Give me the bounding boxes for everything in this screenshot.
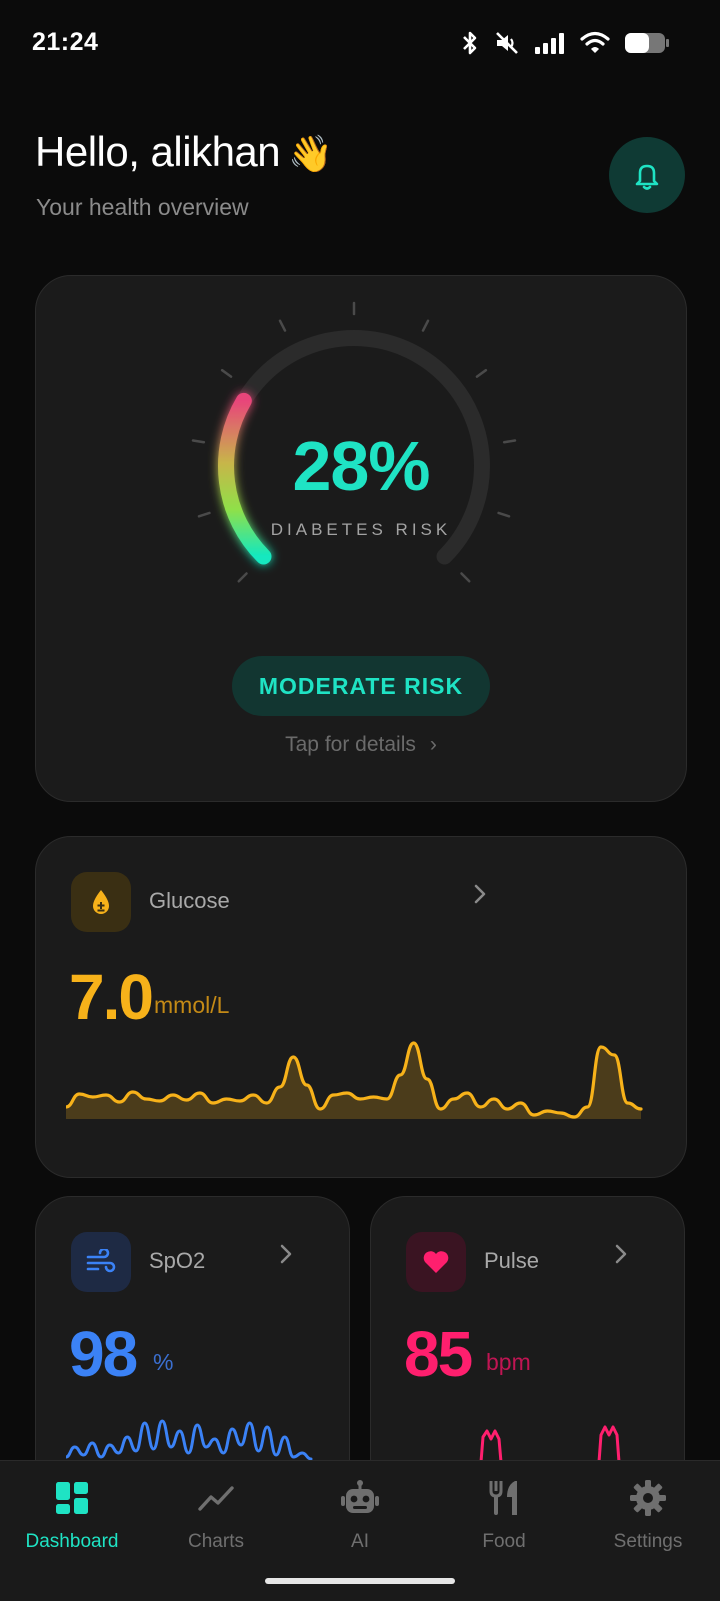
mute-icon <box>496 32 518 54</box>
details-link[interactable]: Tap for details › <box>36 733 686 757</box>
gauge-tick <box>421 319 430 332</box>
nav-label-food: Food <box>482 1531 526 1552</box>
glucose-card[interactable]: Glucose 7.0 mmol/L <box>35 836 687 1178</box>
nav-item-food[interactable]: Food <box>432 1475 576 1553</box>
gauge-tick <box>220 368 233 378</box>
details-link-text: Tap for details <box>285 733 416 756</box>
bell-icon <box>635 164 659 190</box>
gauge-tick <box>237 572 248 583</box>
status-time: 21:24 <box>32 28 99 56</box>
glucose-sparkline <box>66 1041 643 1119</box>
nav-label-settings: Settings <box>613 1531 683 1552</box>
spo2-sparkline <box>66 1419 313 1461</box>
risk-level-badge[interactable]: MODERATE RISK <box>232 656 490 716</box>
bluetooth-icon <box>463 31 477 55</box>
chevron-right-icon: › <box>429 733 437 756</box>
robot-icon <box>341 1480 379 1513</box>
gauge-tick <box>278 319 287 332</box>
status-icons <box>460 30 670 56</box>
nav-label-ai: AI <box>351 1531 369 1552</box>
chevron-right-icon[interactable] <box>614 1243 628 1271</box>
heart-icon <box>423 1251 449 1273</box>
greeting-title: Hello, alikhan 👋 <box>35 128 333 176</box>
notifications-button[interactable] <box>609 137 685 213</box>
wave-emoji: 👋 <box>288 133 333 174</box>
spo2-icon-tile <box>71 1232 131 1292</box>
chart-line-icon <box>198 1486 234 1511</box>
spo2-unit: % <box>153 1349 174 1375</box>
glucose-value: 7.0 <box>69 961 154 1033</box>
nav-item-settings[interactable]: Settings <box>576 1475 720 1553</box>
nav-item-ai[interactable]: AI <box>288 1475 432 1553</box>
nav-item-dashboard[interactable]: Dashboard <box>0 1475 144 1553</box>
wifi-icon <box>580 31 610 53</box>
wind-icon <box>86 1249 116 1273</box>
dashboard-icon <box>56 1482 88 1514</box>
chevron-right-icon[interactable] <box>279 1243 293 1271</box>
signal-icon <box>535 33 564 54</box>
pulse-unit: bpm <box>486 1349 531 1375</box>
gauge-tick <box>475 368 488 378</box>
nav-label-dashboard: Dashboard <box>25 1531 119 1552</box>
gauge-tick <box>497 511 511 518</box>
glucose-icon-tile <box>71 872 131 932</box>
pulse-value: 85 <box>404 1318 473 1390</box>
spo2-title: SpO2 <box>149 1248 206 1273</box>
gear-icon <box>630 1480 666 1516</box>
status-bar: 21:24 <box>0 0 720 90</box>
utensils-icon <box>489 1481 517 1515</box>
nav-item-charts[interactable]: Charts <box>144 1475 288 1553</box>
nav-label-charts: Charts <box>188 1531 244 1552</box>
page-subtitle: Your health overview <box>36 194 249 220</box>
gauge-tick <box>460 572 471 583</box>
diabetes-risk-card[interactable]: 28% DIABETES RISK MODERATE RISK Tap for … <box>35 275 687 802</box>
gauge-tick <box>197 511 211 518</box>
risk-label: DIABETES RISK <box>270 520 452 539</box>
pulse-sparkline <box>479 1425 621 1462</box>
glucose-unit: mmol/L <box>154 992 230 1018</box>
chevron-right-icon[interactable] <box>473 883 487 911</box>
pulse-icon-tile <box>406 1232 466 1292</box>
battery-icon <box>625 33 669 53</box>
spo2-value: 98 <box>69 1318 138 1390</box>
glucose-title: Glucose <box>149 888 230 913</box>
pulse-title: Pulse <box>484 1248 540 1273</box>
greeting-text: Hello, alikhan <box>35 128 281 175</box>
glucose-drop-icon <box>93 890 109 914</box>
risk-percentage: 28% <box>292 427 430 505</box>
home-indicator[interactable] <box>265 1578 455 1584</box>
